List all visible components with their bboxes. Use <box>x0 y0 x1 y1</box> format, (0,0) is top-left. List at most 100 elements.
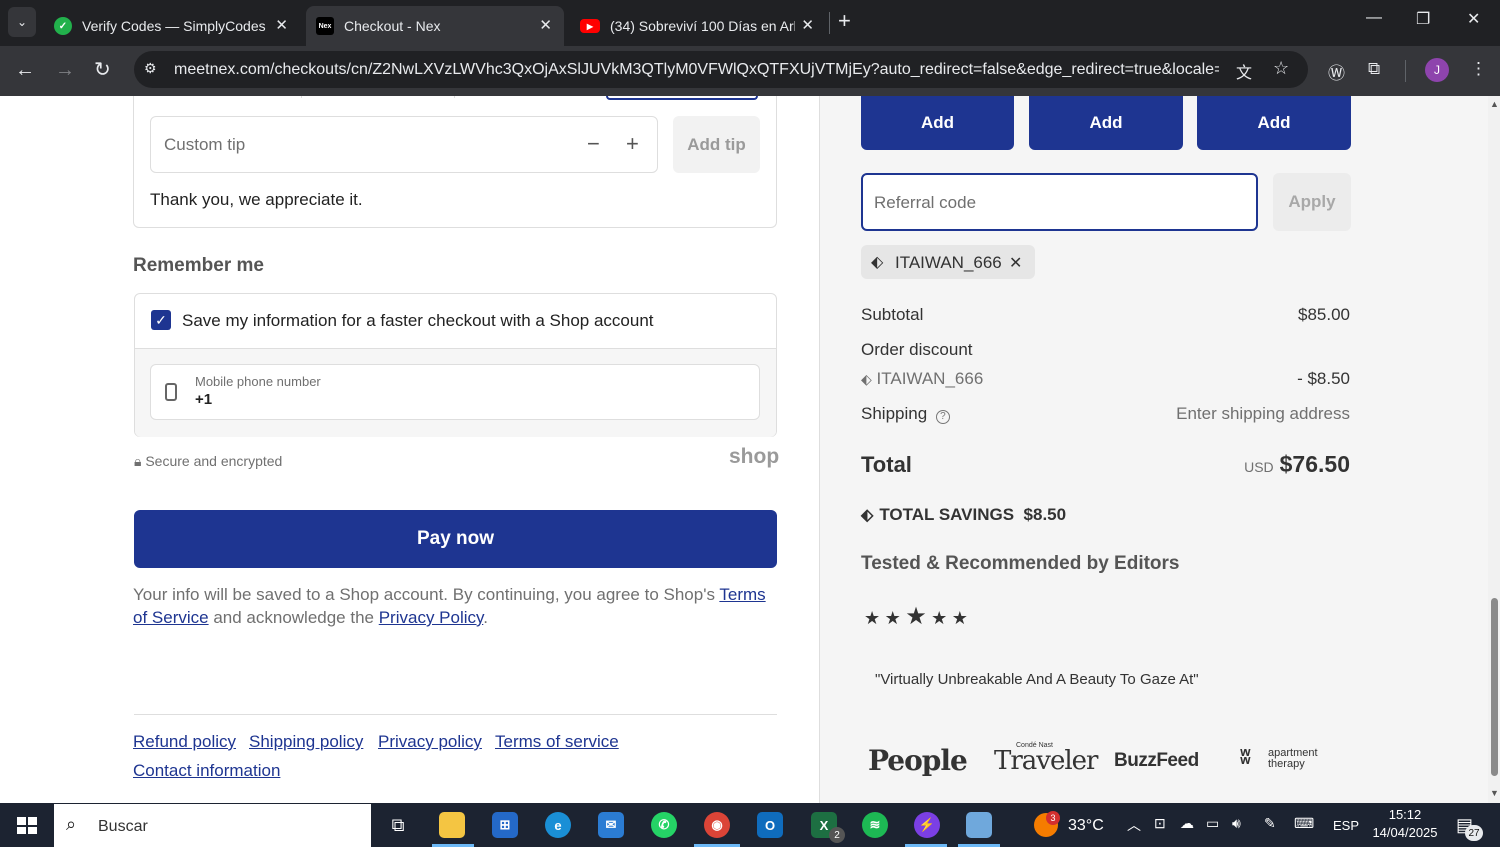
tab-search-dropdown[interactable]: ⌄ <box>8 7 36 37</box>
shop-account-disclaimer: Your info will be saved to a Shop accoun… <box>133 583 773 629</box>
clock[interactable]: 15:12 14/04/2025 <box>1370 807 1440 840</box>
scroll-up-arrow-icon[interactable]: ▲ <box>1490 99 1499 109</box>
volume-icon[interactable]: 🔊︎ <box>1232 815 1241 832</box>
new-tab-button[interactable]: + <box>838 9 851 33</box>
reload-icon[interactable]: ↻ <box>94 59 111 81</box>
subtotal-label: Subtotal <box>861 305 924 324</box>
language-indicator[interactable]: ESP <box>1333 818 1359 833</box>
profile-avatar[interactable]: J <box>1425 58 1449 82</box>
weather-badge: 3 <box>1046 811 1060 825</box>
lock-icon: 🔒︎ <box>134 453 142 469</box>
apply-button[interactable]: Apply <box>1273 173 1351 231</box>
simplycodes-favicon-icon: ✓ <box>54 17 72 35</box>
tab-checkout-nex[interactable]: Nex Checkout - Nex ✕ <box>306 6 564 46</box>
bookmark-star-icon[interactable]: ☆ <box>1273 58 1289 79</box>
tip-decrement-button[interactable]: − <box>587 131 600 157</box>
star-icon: ★ <box>864 608 881 628</box>
onedrive-icon[interactable]: ☁ <box>1180 815 1194 832</box>
windows-taskbar: ⌕ Buscar ⧉ ⊞ e ✉ ✆ ◉ O X 2 ≋ ⚡ 3 33°C ︿ … <box>0 803 1500 847</box>
scrollbar-thumb[interactable] <box>1491 598 1498 776</box>
spotify-icon[interactable]: ≋ <box>862 812 888 838</box>
checkout-page: Custom tip − + Add tip Thank you, we app… <box>0 96 1488 803</box>
minimize-window-icon[interactable]: — <box>1366 9 1382 27</box>
edge-icon[interactable]: e <box>545 812 571 838</box>
refund-policy-link[interactable]: Refund policy <box>133 732 236 752</box>
tip-increment-button[interactable]: + <box>626 131 639 157</box>
add-upsell-button[interactable]: Add <box>861 96 1014 150</box>
search-icon: ⌕ <box>66 814 77 834</box>
page-scrollbar[interactable]: ▲ ▼ <box>1488 96 1500 803</box>
save-info-checkbox[interactable]: ✓ <box>151 310 171 330</box>
pay-now-button[interactable]: Pay now <box>134 510 777 568</box>
traveler-logo-text: Traveler <box>994 746 1098 776</box>
outlook-icon[interactable]: O <box>757 812 783 838</box>
extension-w-icon[interactable]: Ⓦ <box>1328 59 1345 84</box>
forward-icon[interactable]: → <box>55 59 75 81</box>
referral-code-input[interactable]: Referral code <box>861 173 1258 231</box>
savings-value: $8.50 <box>1023 505 1067 524</box>
menu-kebab-icon[interactable]: ⋮ <box>1470 59 1487 79</box>
people-logo: People <box>868 744 968 777</box>
url-text[interactable]: meetnex.com/checkouts/cn/Z2NwLXVzLWVhc3Q… <box>174 61 1219 79</box>
browser-tab-bar: ⌄ ✓ Verify Codes — SimplyCodes ✕ Nex Che… <box>0 0 1500 46</box>
chevron-up-icon[interactable]: ︿ <box>1127 815 1141 835</box>
mobile-phone-field[interactable]: Mobile phone number +1 <box>150 364 760 420</box>
youtube-favicon-icon: ▶ <box>580 19 600 33</box>
editors-heading: Tested & Recommended by Editors <box>861 553 1180 574</box>
referral-code-placeholder: Referral code <box>874 193 977 212</box>
contact-information-link[interactable]: Contact information <box>133 761 280 781</box>
close-tab-icon[interactable]: ✕ <box>275 16 288 34</box>
network-icon[interactable]: ▭ <box>1206 815 1219 832</box>
task-view-icon[interactable]: ⧉ <box>385 812 411 838</box>
help-icon[interactable]: ? <box>935 410 950 424</box>
restore-window-icon[interactable]: ❐ <box>1416 9 1430 29</box>
remove-code-icon[interactable]: ✕ <box>1009 253 1022 273</box>
device-icon[interactable]: ⊡ <box>1154 815 1166 832</box>
keyboard-icon[interactable]: ⌨ <box>1294 815 1314 832</box>
apartment-therapy-text: apartment therapy <box>1268 747 1318 770</box>
add-upsell-button[interactable]: Add <box>1029 96 1183 150</box>
order-summary-pane: Add Add Add Referral code Apply ⬖ ITAIWA… <box>819 96 1488 803</box>
phone-field-value[interactable]: +1 <box>195 391 212 408</box>
whatsapp-icon[interactable]: ✆ <box>651 812 677 838</box>
site-info-icon[interactable]: ⚙ <box>144 60 157 77</box>
scroll-down-arrow-icon[interactable]: ▼ <box>1490 788 1499 798</box>
secure-encrypted-row: 🔒︎ Secure and encrypted <box>134 453 282 470</box>
terms-of-service-footer-link[interactable]: Terms of service <box>495 732 619 752</box>
extensions-puzzle-icon[interactable]: ⧉ <box>1368 59 1380 79</box>
total-amount: USD $76.50 <box>1244 451 1350 478</box>
translate-icon[interactable]: 文 <box>1236 59 1252 83</box>
address-bar[interactable]: ⚙ meetnex.com/checkouts/cn/Z2NwLXVzLWVhc… <box>134 51 1308 88</box>
total-label: Total <box>861 452 912 477</box>
close-window-icon[interactable]: ✕ <box>1467 9 1480 29</box>
tab-youtube[interactable]: ▶ (34) Sobreviví 100 Días en Ark S ✕ <box>570 6 826 46</box>
pen-icon[interactable]: ✎ <box>1264 815 1276 832</box>
tip-option-selected[interactable] <box>606 96 758 100</box>
file-explorer-icon[interactable] <box>439 812 465 838</box>
messenger-icon[interactable]: ⚡ <box>914 812 940 838</box>
clock-date: 14/04/2025 <box>1372 825 1438 840</box>
windows-start-icon[interactable] <box>17 817 37 834</box>
app-icon[interactable] <box>966 812 992 838</box>
privacy-policy-link[interactable]: Privacy Policy <box>379 608 484 627</box>
chrome-icon[interactable]: ◉ <box>704 812 730 838</box>
mail-icon[interactable]: ✉ <box>598 812 624 838</box>
close-tab-icon[interactable]: ✕ <box>539 16 552 34</box>
close-tab-icon[interactable]: ✕ <box>801 16 814 34</box>
excel-badge: 2 <box>829 827 845 843</box>
add-upsell-button[interactable]: Add <box>1197 96 1351 150</box>
order-discount-label: Order discount <box>861 340 973 359</box>
tab-simplycodes[interactable]: ✓ Verify Codes — SimplyCodes ✕ <box>44 6 300 46</box>
custom-tip-field[interactable]: Custom tip − + <box>150 116 658 173</box>
microsoft-store-icon[interactable]: ⊞ <box>492 812 518 838</box>
shipping-policy-link[interactable]: Shipping policy <box>249 732 363 752</box>
back-icon[interactable]: ← <box>15 59 35 81</box>
add-tip-button[interactable]: Add tip <box>673 116 760 173</box>
save-info-label[interactable]: Save my information for a faster checkou… <box>182 311 654 331</box>
weather-temp[interactable]: 33°C <box>1068 817 1104 835</box>
total-savings-row: ⬖ TOTAL SAVINGS $8.50 <box>861 505 1066 525</box>
taskbar-search-box[interactable]: ⌕ Buscar <box>54 804 371 847</box>
mobile-phone-icon <box>165 383 177 401</box>
privacy-policy-footer-link[interactable]: Privacy policy <box>378 732 482 752</box>
subtotal-value: $85.00 <box>1298 305 1350 324</box>
